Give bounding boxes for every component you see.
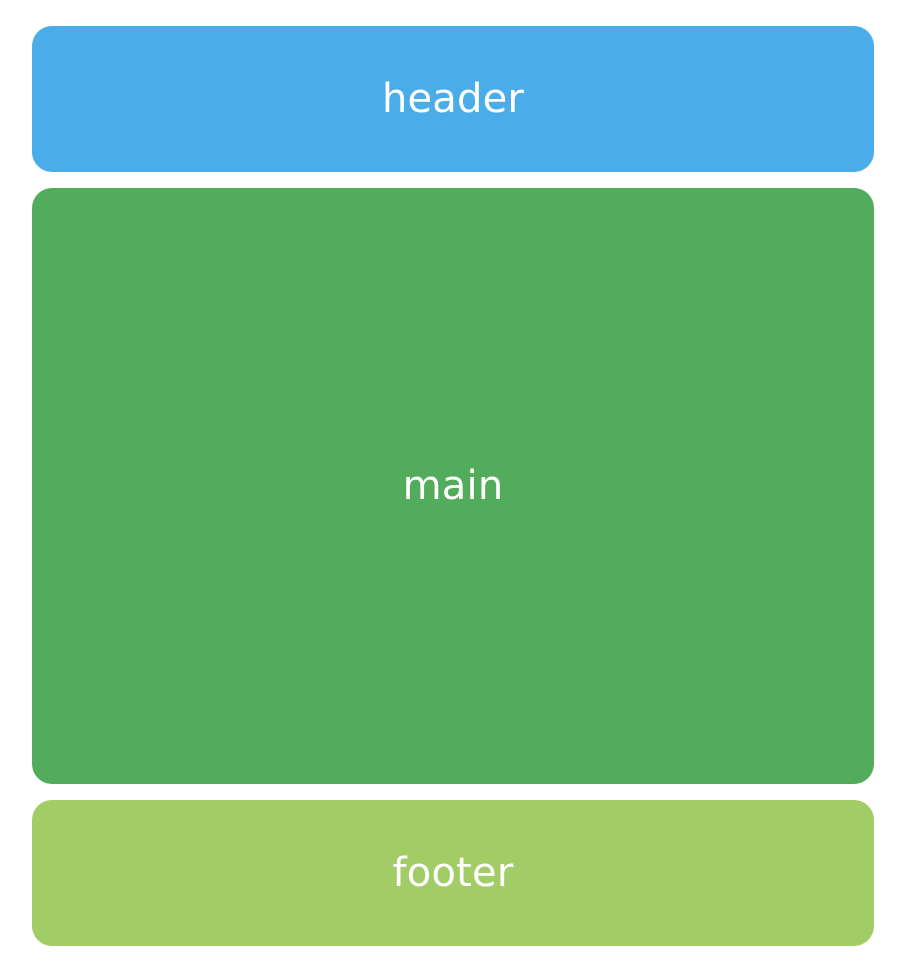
main-block: main — [32, 188, 874, 784]
main-label: main — [402, 463, 504, 509]
footer-block: footer — [32, 800, 874, 946]
layout-diagram: header main footer — [0, 0, 906, 980]
header-label: header — [381, 76, 525, 122]
header-block: header — [32, 26, 874, 172]
footer-label: footer — [392, 850, 514, 896]
